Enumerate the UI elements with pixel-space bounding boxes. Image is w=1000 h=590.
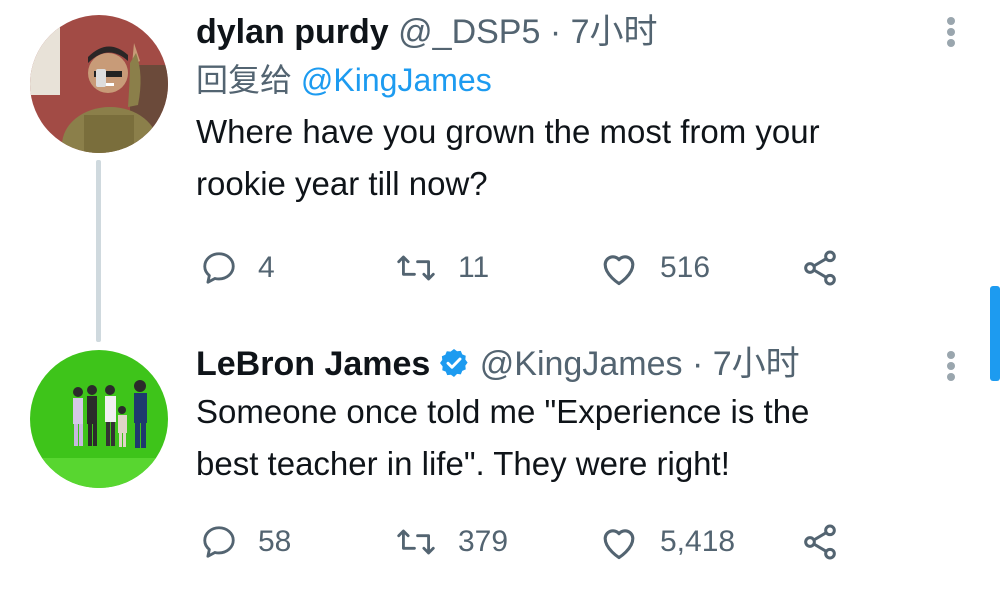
retweet-count: 379 <box>458 525 509 558</box>
tweet-text-line: Someone once told me "Experience is the <box>196 393 810 430</box>
tweet-text-line: rookie year till now? <box>196 165 488 202</box>
author-handle[interactable]: @_DSP5 <box>398 13 540 51</box>
tweet-actions: 58 379 5,418 <box>196 518 856 566</box>
avatar[interactable] <box>30 15 168 153</box>
retweet-icon <box>397 255 435 281</box>
tweet-timestamp[interactable]: 7小时 <box>571 13 658 51</box>
reply-icon <box>203 526 235 558</box>
retweet-icon <box>397 529 435 555</box>
reply-count: 58 <box>258 525 292 558</box>
author-handle[interactable]: @KingJames <box>480 345 683 383</box>
heart-icon <box>603 255 635 286</box>
thread-line <box>96 160 101 342</box>
separator-dot: · <box>691 345 704 383</box>
like-button[interactable]: 516 <box>598 244 710 292</box>
share-icon <box>804 250 836 286</box>
tweet-header: dylan purdy @_DSP5 · 7小时 <box>196 12 930 52</box>
tweet-text: Where have you grown the most from your … <box>196 106 930 210</box>
retweet-button[interactable]: 379 <box>394 518 508 566</box>
author-name[interactable]: dylan purdy <box>196 13 389 51</box>
tweet-dylan-purdy[interactable]: dylan purdy @_DSP5 · 7小时 回复给 @KingJames … <box>0 0 1000 342</box>
retweet-button[interactable]: 11 <box>394 244 489 292</box>
more-options-icon[interactable] <box>944 14 958 48</box>
avatar[interactable] <box>30 350 168 488</box>
retweet-count: 11 <box>458 251 490 284</box>
more-options-icon[interactable] <box>944 348 958 382</box>
tweet-header: LeBron James @KingJames · 7小时 <box>196 344 930 384</box>
reply-count: 4 <box>258 251 275 284</box>
like-button[interactable]: 5,418 <box>598 518 735 566</box>
tweet-timestamp[interactable]: 7小时 <box>713 345 800 383</box>
author-name[interactable]: LeBron James <box>196 345 430 383</box>
tweet-actions: 4 11 516 <box>196 244 856 292</box>
tweet-text-line: best teacher in life". They were right! <box>196 445 730 482</box>
tweet-text-line: Where have you grown the most from your <box>196 113 820 150</box>
reply-to-handle-link[interactable]: @KingJames <box>301 62 492 98</box>
reply-prefix: 回复给 <box>196 62 293 98</box>
reply-button[interactable]: 58 <box>200 518 291 566</box>
reply-context: 回复给 @KingJames <box>196 60 930 100</box>
share-button[interactable] <box>800 244 860 292</box>
verified-badge-icon <box>440 349 468 377</box>
like-count: 516 <box>660 251 711 284</box>
like-count: 5,418 <box>660 525 736 558</box>
separator-dot: · <box>549 13 562 51</box>
heart-icon <box>603 529 635 560</box>
share-icon <box>804 524 836 560</box>
reply-icon <box>203 252 235 284</box>
scrollbar-thumb[interactable] <box>990 286 1000 381</box>
tweet-lebron-james[interactable]: LeBron James @KingJames · 7小时 Someone on… <box>0 330 1000 590</box>
share-button[interactable] <box>800 518 860 566</box>
tweet-text: Someone once told me "Experience is the … <box>196 386 930 490</box>
reply-button[interactable]: 4 <box>200 244 275 292</box>
